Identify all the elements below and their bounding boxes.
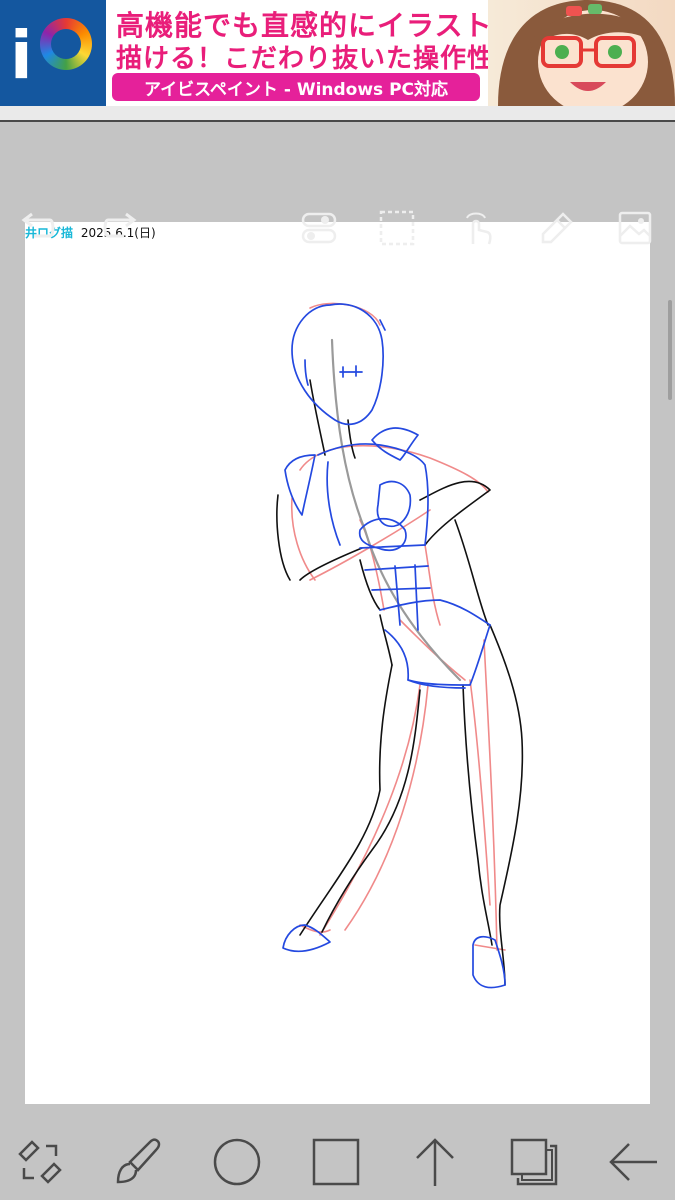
brush-tool-button[interactable] [108,1132,168,1192]
ad-character-illustration [488,0,675,106]
rectangle-tool-button[interactable] [306,1132,366,1192]
bottom-toolbar [0,1108,675,1200]
eyedropper-icon [541,212,573,244]
image-icon [618,211,652,245]
reference-image-button[interactable] [613,206,657,250]
figure-sketch [276,302,524,989]
up-arrow-icon [416,1138,454,1186]
back-arrow-icon [609,1143,657,1181]
touch-button[interactable] [455,206,499,250]
undo-button[interactable] [16,206,60,250]
toggle-icon [301,212,337,244]
circle-icon [213,1138,261,1186]
drawing-canvas[interactable]: 井ログ描 2025.6.1(日) [25,222,650,1104]
vertical-scrollbar[interactable] [668,300,672,400]
logo-letter: i [10,17,33,94]
ellipse-tool-button[interactable] [207,1132,267,1192]
color-wheel-icon [40,18,92,70]
square-icon [312,1138,360,1186]
ad-headline-2: 描ける！こだわり抜いた操作性！ [116,44,522,74]
transform-tool-button[interactable] [10,1132,70,1192]
undo-icon [21,212,55,238]
ad-divider [0,106,675,120]
eyedropper-button[interactable] [535,206,579,250]
selection-button[interactable] [375,206,419,250]
back-button[interactable] [603,1132,663,1192]
toggle-button[interactable] [297,206,341,250]
redo-button[interactable] [98,206,142,250]
transform-icon [18,1140,62,1184]
touch-icon [466,212,492,245]
selection-icon [379,210,415,246]
layers-icon [510,1138,558,1186]
ad-cta-pill[interactable]: アイビスペイント - Windows PC対応 [112,73,480,101]
upload-button[interactable] [405,1132,465,1192]
redo-icon [103,212,137,238]
brush-icon [116,1138,161,1184]
ad-banner[interactable]: i 高機能でも直感的にイラストが 描ける！こだわり抜いた操作性！ アイビスペイン… [0,0,675,106]
layers-button[interactable] [504,1132,564,1192]
ad-divider-line [0,120,675,122]
ibispaint-logo: i [0,0,106,106]
